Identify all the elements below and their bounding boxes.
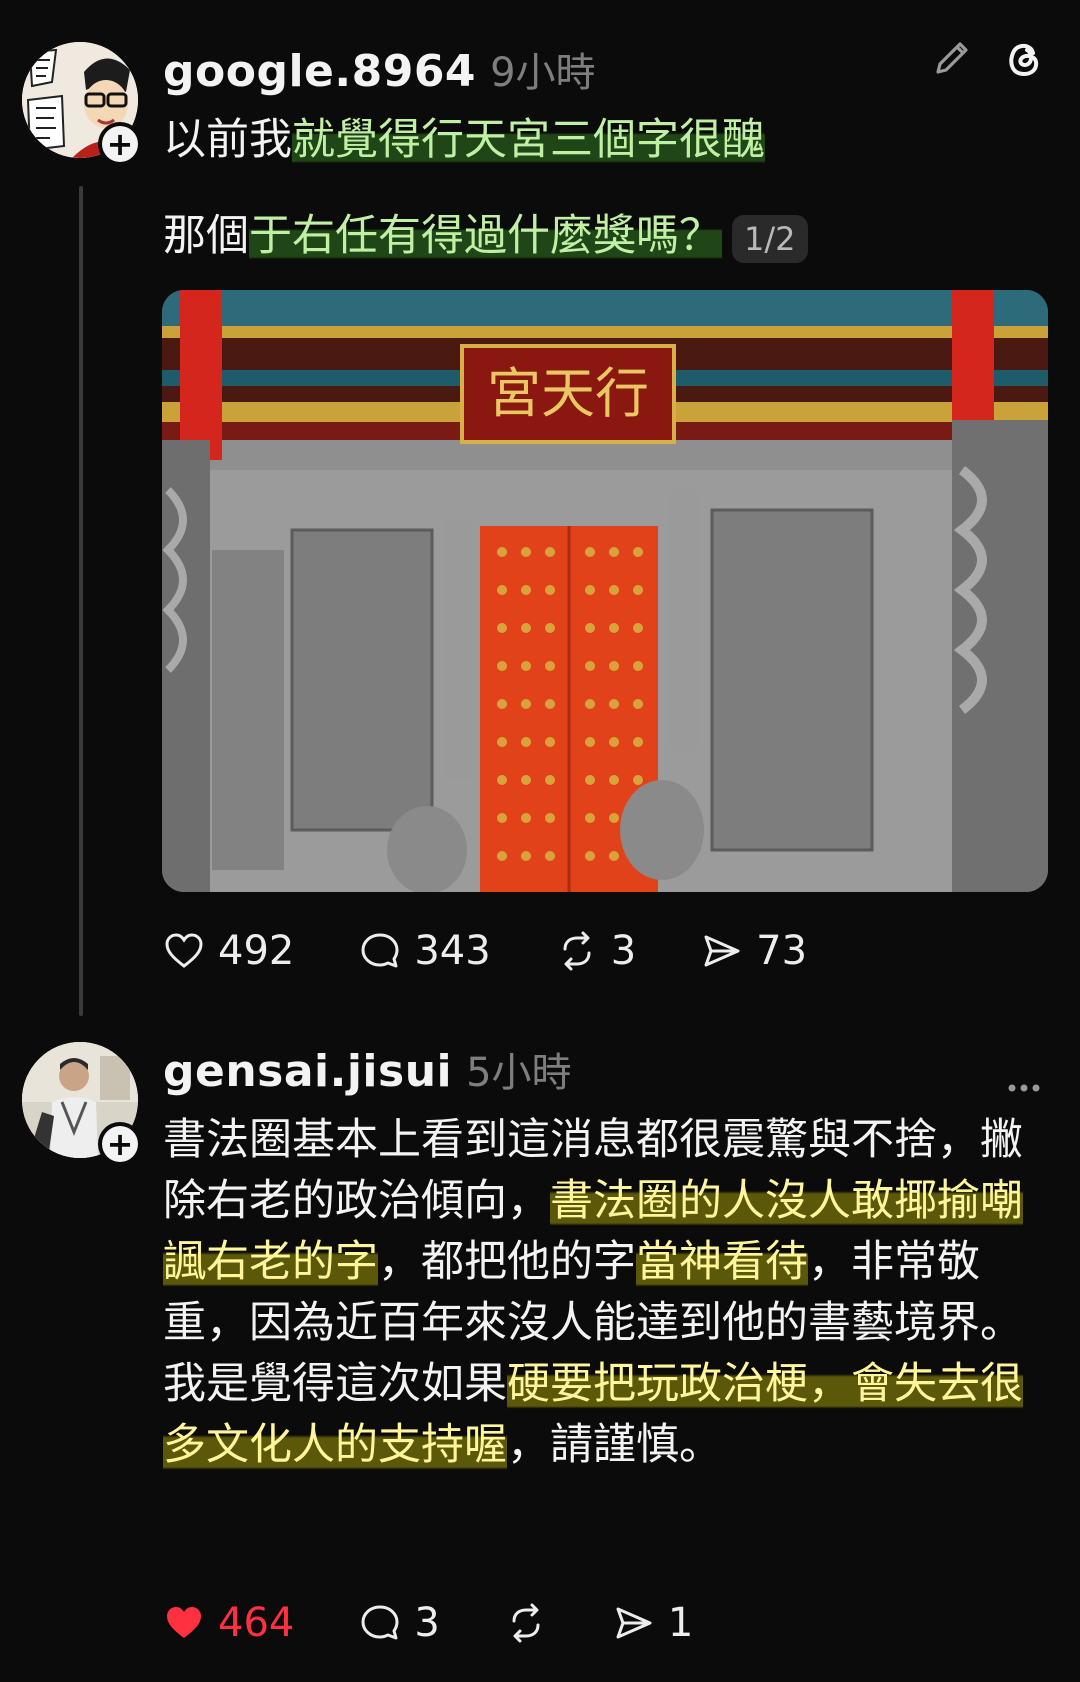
text-plain: 以前我	[163, 115, 292, 165]
follow-button[interactable]: +	[98, 122, 142, 166]
repost-button[interactable]	[504, 1601, 548, 1645]
plus-icon: +	[102, 1126, 138, 1162]
post-text-line: 以前我就覺得行天宮三個字很醜	[163, 110, 765, 171]
comment-count: 3	[414, 1600, 440, 1646]
temple-photo: 宮天行	[162, 290, 1048, 892]
text-highlight: 當神看待	[636, 1237, 808, 1287]
share-count: 73	[756, 928, 808, 974]
repost-button[interactable]: 3	[555, 928, 636, 974]
post-actions: 464 3 1	[162, 1600, 693, 1646]
text-plain: 那個	[163, 211, 249, 261]
post-actions: 492 343 3 73	[162, 928, 807, 974]
repost-icon	[563, 931, 591, 971]
post-time: 5小時	[466, 1050, 572, 1096]
username[interactable]: gensai.jisui	[163, 1046, 452, 1097]
thread-connector-line	[79, 186, 83, 1016]
like-count: 464	[218, 1600, 295, 1646]
plaque-calligraphy: 宮天行	[487, 362, 649, 425]
share-icon	[704, 935, 740, 967]
text-plain: ，都把他的字	[378, 1237, 636, 1287]
post-time: 9小時	[490, 50, 596, 96]
text-highlight: 就覺得行天宮三個字很醜	[292, 115, 765, 165]
share-count: 1	[667, 1600, 694, 1646]
text-highlight: 于右任有得過什麼獎嗎？	[249, 211, 722, 261]
like-button[interactable]: 492	[162, 928, 294, 974]
reply-post: + gensai.jisui 5小時 書法圈基本上看到這消息都很震驚與不捨，撇除…	[0, 1030, 1080, 1682]
plus-icon: +	[102, 126, 138, 162]
like-button[interactable]: 464	[162, 1600, 294, 1646]
post-text: 書法圈基本上看到這消息都很震驚與不捨，撇除右老的政治傾向，書法圈的人沒人敢揶揄嘲…	[163, 1110, 1043, 1476]
comment-icon	[361, 1605, 399, 1640]
repost-icon	[512, 1603, 540, 1643]
username[interactable]: google.8964	[163, 46, 476, 97]
comment-icon	[361, 933, 399, 968]
post-photo[interactable]: 宮天行	[162, 290, 1048, 892]
comment-count: 343	[414, 928, 491, 974]
follow-button[interactable]: +	[98, 1122, 142, 1166]
post-header: google.8964 9小時	[163, 40, 596, 98]
image-pager-badge: 1/2	[732, 214, 808, 263]
repost-count: 3	[610, 928, 637, 974]
heart-icon	[165, 933, 203, 968]
share-icon	[616, 1607, 652, 1639]
text-plain: ，請謹慎。	[507, 1420, 722, 1470]
post-text-line: 那個于右任有得過什麼獎嗎？ 1/2	[163, 206, 808, 267]
threads-logo-icon[interactable]	[1002, 36, 1046, 84]
like-count: 492	[218, 928, 295, 974]
thread-post: + google.8964 9小時 以前我就覺得行天宮三個字很醜 那個于右任有得…	[0, 0, 1080, 1030]
header-actions	[930, 36, 1046, 84]
comment-button[interactable]: 343	[358, 928, 491, 974]
share-button[interactable]: 1	[612, 1600, 693, 1646]
post-header: gensai.jisui 5小時	[163, 1040, 572, 1098]
share-button[interactable]: 73	[700, 928, 807, 974]
header-actions	[1002, 1066, 1046, 1114]
comment-button[interactable]: 3	[358, 1600, 440, 1646]
more-icon[interactable]	[1002, 1066, 1046, 1114]
edit-icon[interactable]	[930, 36, 974, 84]
heart-filled-icon	[167, 1607, 201, 1638]
